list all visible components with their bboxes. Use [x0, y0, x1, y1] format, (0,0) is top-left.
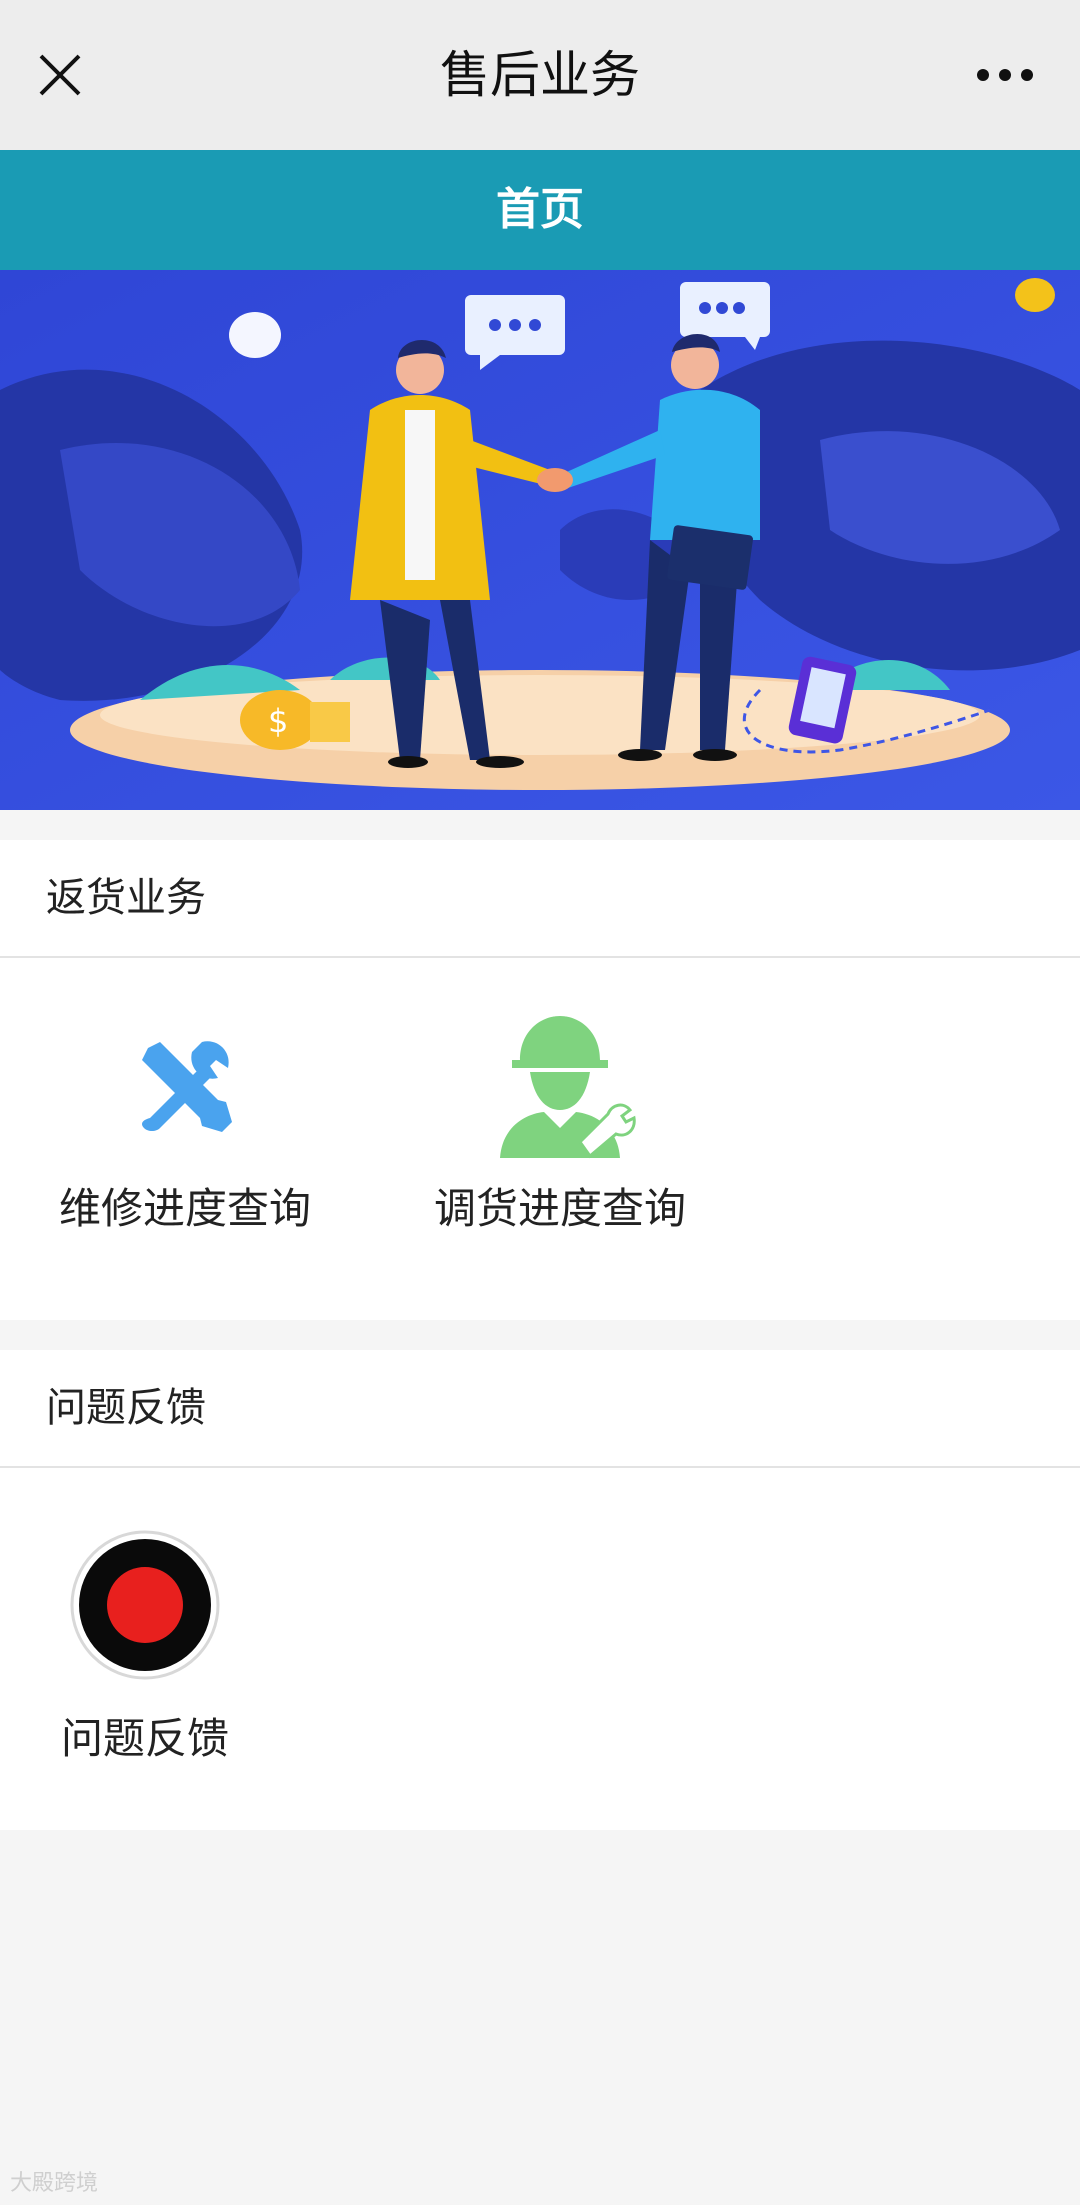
transfer-progress-query-button[interactable]: 调货进度查询: [415, 1015, 705, 1236]
feedback-section: 问题反馈 问题反馈: [0, 1350, 1080, 1830]
banner-image: $: [0, 270, 1080, 810]
repair-progress-query-button[interactable]: 维修进度查询: [40, 1015, 330, 1236]
feedback-label: 问题反馈: [60, 1714, 229, 1763]
nav-home-tab[interactable]: 首页: [0, 150, 1080, 270]
close-button[interactable]: [30, 45, 90, 105]
handshake-illustration: $: [0, 270, 1080, 810]
transfer-progress-query-label: 调货进度查询: [433, 1184, 686, 1233]
feedback-section-title: 问题反馈: [0, 1350, 1080, 1468]
returns-section: 返货业务 维修进度查询 调货进度查询: [0, 840, 1080, 1320]
feedback-button[interactable]: 问题反馈: [40, 1530, 250, 1766]
tools-icon: [142, 1041, 232, 1132]
worker-icon: [500, 1016, 636, 1159]
more-dots-icon: [977, 69, 1033, 81]
close-icon: [39, 54, 81, 96]
svg-text:$: $: [268, 702, 288, 740]
more-button[interactable]: [970, 45, 1040, 105]
returns-section-title: 返货业务: [0, 840, 1080, 958]
page-title: 售后业务: [440, 46, 640, 104]
repair-progress-query-label: 维修进度查询: [58, 1184, 311, 1233]
record-icon: [70, 1530, 220, 1680]
top-bar: 售后业务: [0, 0, 1080, 150]
watermark-text: 大殿跨境: [10, 2171, 99, 2196]
